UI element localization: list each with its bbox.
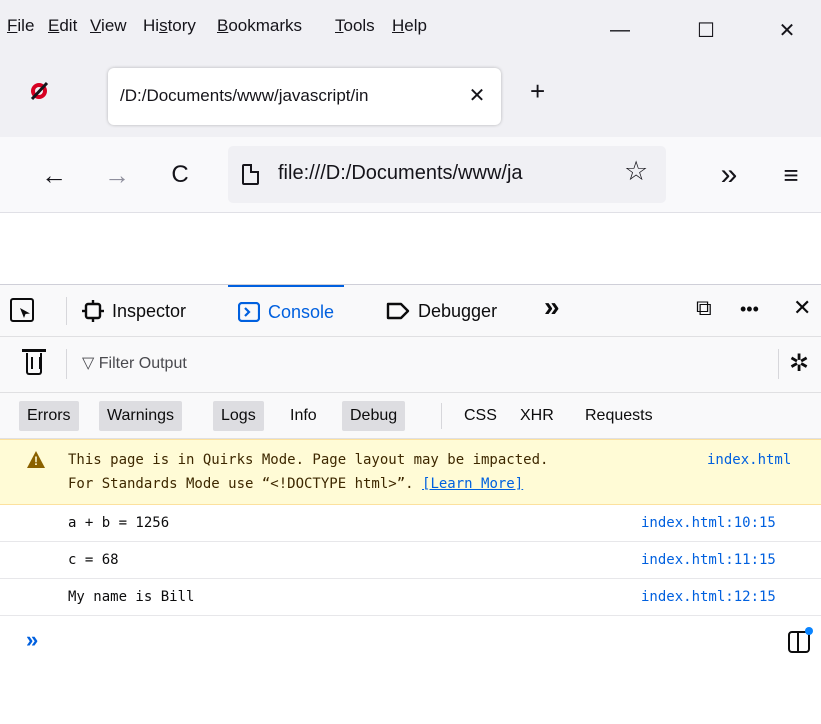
tab-inspector-label: Inspector (112, 300, 187, 321)
filter-logs-button[interactable]: Logs (213, 401, 264, 431)
menu-help[interactable]: Help (392, 16, 427, 36)
settings-divider (778, 349, 779, 379)
filter-xhr-button[interactable]: XHR (512, 401, 562, 431)
filter-css-button[interactable]: CSS (456, 401, 505, 431)
devtools-toolbar: Inspector Console Debugger » ⧉ ••• ✕ (0, 285, 821, 337)
filter-info-button[interactable]: Info (282, 401, 325, 431)
browser-tab[interactable]: /D:/Documents/www/javascript/in ✕ (108, 68, 501, 125)
menu-view[interactable]: View (90, 16, 127, 36)
message-source-link[interactable]: index.html:11:15 (641, 552, 776, 568)
message-source-link[interactable]: index.html:10:15 (641, 515, 776, 531)
level-divider (441, 403, 442, 429)
back-button[interactable]: ← (34, 155, 74, 195)
message-text: My name is Bill (68, 589, 195, 605)
tab-debugger-label: Debugger (418, 300, 498, 321)
warning-text-line2: For Standards Mode use “<!DOCTYPE html>”… (68, 476, 524, 492)
filter-icon: ▽ (82, 355, 95, 372)
tab-console[interactable]: Console (228, 285, 345, 337)
filter-divider (66, 349, 67, 379)
debugger-icon (386, 302, 410, 320)
filter-warnings-button[interactable]: Warnings (99, 401, 182, 431)
filter-placeholder: Filter Output (98, 355, 187, 372)
console-settings-gear-icon[interactable]: ✲ (789, 349, 809, 378)
message-source-link[interactable]: index.html:12:15 (641, 589, 776, 605)
hamburger-menu-button[interactable]: ≡ (771, 155, 811, 195)
quirks-mode-warning: This page is in Quirks Mode. Page layout… (0, 439, 821, 505)
message-text: a + b = 1256 (68, 515, 170, 531)
menu-bookmarks[interactable]: Bookmarks (217, 16, 302, 36)
tab-title: /D:/Documents/www/javascript/in (120, 86, 369, 105)
page-icon[interactable] (242, 164, 259, 185)
app-logo-icon (30, 81, 49, 101)
console-message: c = 68 index.html:11:15 (0, 542, 821, 579)
url-bar[interactable]: file:///D:/Documents/www/ja ☆ (228, 146, 666, 203)
tab-console-label: Console (268, 301, 335, 322)
console-message: a + b = 1256 index.html:10:15 (0, 505, 821, 542)
filter-debug-button[interactable]: Debug (342, 401, 406, 431)
overflow-menu-button[interactable]: » (709, 155, 749, 195)
message-text: c = 68 (68, 552, 119, 568)
navigation-toolbar: ← → C file:///D:/Documents/www/ja ☆ » ≡ (0, 137, 821, 212)
maximize-button[interactable]: ☐ (686, 10, 726, 50)
window-close-button[interactable]: ✕ (767, 10, 807, 50)
dock-side-icon[interactable]: ⧉ (696, 295, 712, 321)
editor-mode-toggle-icon[interactable] (788, 627, 813, 653)
inspector-icon (82, 300, 104, 322)
devtools-close-icon[interactable]: ✕ (793, 295, 811, 321)
console-output: This page is in Quirks Mode. Page layout… (0, 439, 821, 616)
filter-output-input[interactable]: ▽ Filter Output (82, 353, 187, 373)
console-input[interactable]: » (0, 617, 821, 667)
window-frame: File Edit View History Bookmarks Tools H… (0, 0, 821, 137)
console-message: My name is Bill index.html:12:15 (0, 579, 821, 616)
bookmark-star-icon[interactable]: ☆ (624, 156, 648, 187)
meatball-menu-icon[interactable]: ••• (740, 299, 759, 320)
page-content (0, 212, 821, 284)
menu-history[interactable]: History (143, 16, 196, 36)
warning-icon (27, 451, 45, 468)
filter-requests-button[interactable]: Requests (577, 401, 661, 431)
new-tab-button[interactable]: + (530, 78, 545, 104)
console-filter-bar: ▽ Filter Output ✲ (0, 337, 821, 393)
menu-tools[interactable]: Tools (335, 16, 375, 36)
tab-debugger[interactable]: Debugger (386, 285, 497, 337)
more-tools-chevron-icon[interactable]: » (544, 291, 560, 323)
log-level-filter-bar: Errors Warnings Logs Info Debug CSS XHR … (0, 393, 821, 439)
filter-errors-button[interactable]: Errors (19, 401, 79, 431)
toolbar-divider (66, 297, 67, 325)
warning-source-link[interactable]: index.html (707, 452, 791, 468)
minimize-button[interactable]: — (600, 10, 640, 50)
console-icon (238, 302, 260, 322)
url-text[interactable]: file:///D:/Documents/www/ja (278, 162, 618, 185)
devtools-panel: Inspector Console Debugger » ⧉ ••• ✕ ▽ F… (0, 284, 821, 724)
tab-inspector[interactable]: Inspector (82, 285, 186, 337)
menu-file[interactable]: File (7, 16, 34, 36)
clear-console-trash-icon[interactable] (22, 349, 46, 375)
tab-strip: /D:/Documents/www/javascript/in ✕ + (0, 50, 821, 137)
element-picker-icon[interactable] (10, 298, 34, 322)
warning-text-line1: This page is in Quirks Mode. Page layout… (68, 452, 549, 468)
tab-close-button[interactable]: ✕ (463, 81, 491, 109)
reload-button[interactable]: C (160, 155, 200, 195)
learn-more-link[interactable]: [Learn More] (422, 476, 523, 492)
menu-bar: File Edit View History Bookmarks Tools H… (0, 0, 821, 50)
prompt-chevron-icon: » (26, 627, 39, 652)
forward-button[interactable]: → (97, 155, 137, 195)
menu-edit[interactable]: Edit (48, 16, 77, 36)
